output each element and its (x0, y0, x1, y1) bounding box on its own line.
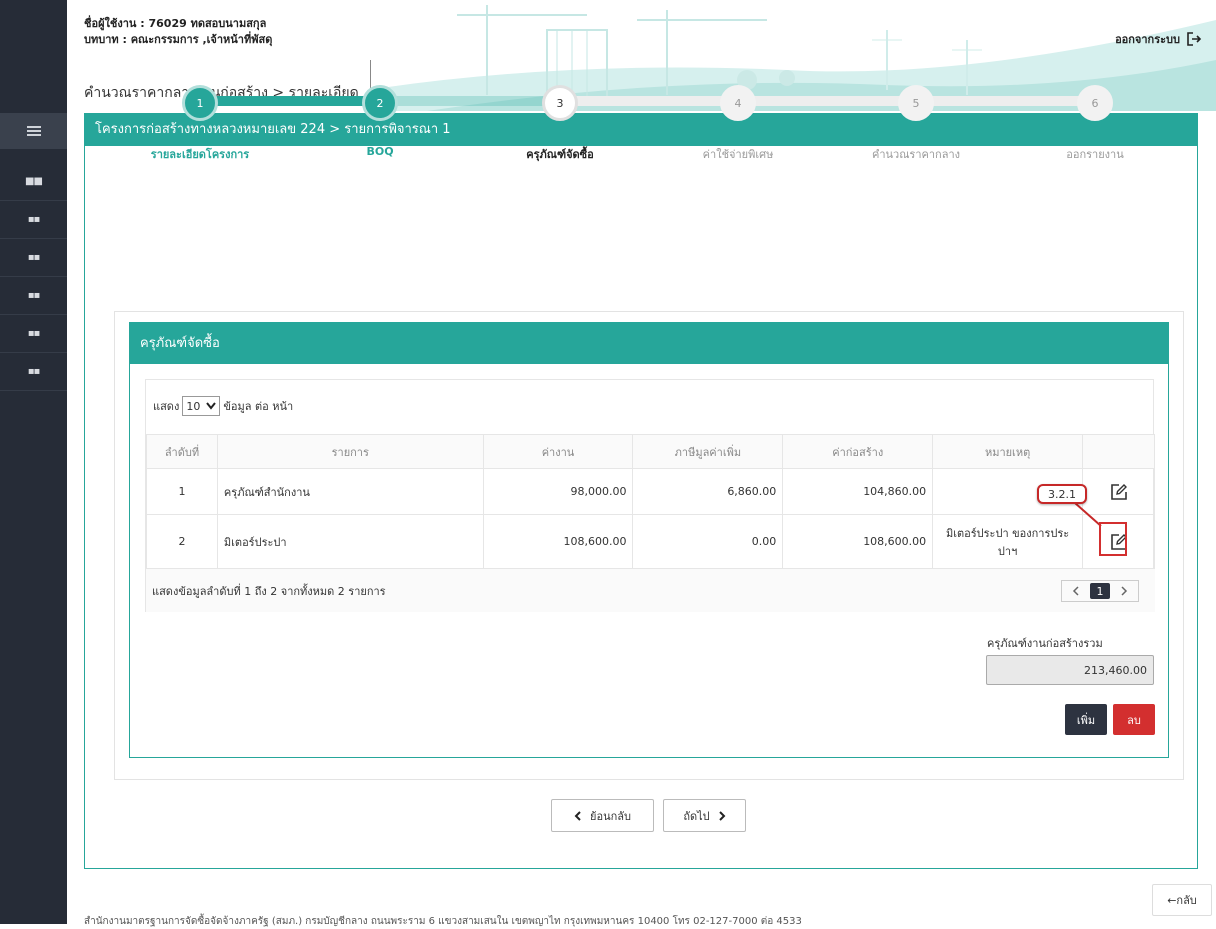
equipment-table: ลำดับที่ รายการ ค่างาน ภาษีมูลค่าเพิ่ม ค… (146, 434, 1155, 569)
sidebar: ■■ ▪▪ ▪▪ ▪▪ ▪▪ ▪▪ (0, 0, 67, 924)
cell-vat: 0.00 (632, 514, 784, 569)
prev-page-button[interactable] (1062, 581, 1090, 601)
table-header-row: ลำดับที่ รายการ ค่างาน ภาษีมูลค่าเพิ่ม ค… (146, 434, 1155, 469)
step-1-label[interactable]: รายละเอียดโครงการ (125, 145, 275, 163)
cell-no: 1 (146, 468, 218, 515)
page-length-value: 10 (186, 399, 201, 413)
step-connector (560, 96, 1095, 106)
sidebar-item-5[interactable]: ▪▪ (0, 315, 67, 353)
step-3-circle[interactable]: 3 (542, 85, 578, 121)
grid-icon: ▪▪ (27, 328, 41, 339)
hamburger-icon (26, 126, 41, 136)
grid-icon: ▪▪ (27, 366, 41, 377)
logout-button[interactable]: ออกจากระบบ (1115, 30, 1202, 48)
floating-back-button[interactable]: ←กลับ (1152, 884, 1212, 916)
logout-icon (1187, 32, 1202, 46)
logout-label: ออกจากระบบ (1115, 33, 1180, 46)
step-2-circle[interactable]: 2 (362, 85, 398, 121)
step-6-circle[interactable]: 6 (1077, 85, 1113, 121)
total-field: 213,460.00 (986, 655, 1154, 685)
cell-total: 108,600.00 (782, 514, 934, 569)
step-connector (380, 96, 560, 106)
next-button-label: ถัดไป (683, 809, 710, 823)
step-1-circle[interactable]: 1 (182, 85, 218, 121)
add-button[interactable]: เพิ่ม (1065, 704, 1107, 735)
cell-cost: 98,000.00 (482, 468, 634, 515)
chevron-right-icon (718, 810, 726, 821)
cell-total: 104,860.00 (782, 468, 934, 515)
footer-address: สำนักงานมาตรฐานการจัดซื้อจัดจ้างภาครัฐ (… (84, 916, 802, 927)
grid-icon: ▪▪ (27, 214, 41, 225)
cell-note: มิเตอร์ประปา ของการประปาฯ (932, 514, 1083, 569)
back-button[interactable]: ย้อนกลับ (551, 799, 654, 832)
table-row: 2 มิเตอร์ประปา 108,600.00 0.00 108,600.0… (146, 514, 1155, 569)
sidebar-item-1[interactable]: ■■ (0, 163, 67, 201)
table-info: แสดงข้อมูลลำดับที่ 1 ถึง 2 จากทั้งหมด 2 … (152, 585, 386, 598)
sidebar-item-3[interactable]: ▪▪ (0, 239, 67, 277)
table-row: 1 ครุภัณฑ์สำนักงาน 98,000.00 6,860.00 10… (146, 468, 1155, 515)
chevron-left-icon (574, 810, 581, 821)
length-suffix: ข้อมูล ต่อ หน้า (223, 400, 294, 413)
header: ชื่อผู้ใช้งาน : 76029 ทดสอบนามสกุล บทบาท… (67, 0, 1216, 111)
chevron-right-icon (1121, 586, 1128, 596)
table-footer: แสดงข้อมูลลำดับที่ 1 ถึง 2 จากทั้งหมด 2 … (146, 568, 1155, 612)
pagination: 1 (1061, 580, 1139, 602)
user-name-line: ชื่อผู้ใช้งาน : 76029 ทดสอบนามสกุล (84, 17, 267, 30)
cell-item: ครุภัณฑ์สำนักงาน (216, 468, 484, 515)
annotation-callout: 3.2.1 (1037, 484, 1087, 504)
length-prefix: แสดง (153, 400, 180, 413)
annotation-highlight-box (1099, 522, 1127, 556)
step-4-circle[interactable]: 4 (720, 85, 756, 121)
edit-icon (1110, 483, 1127, 500)
step-4-label[interactable]: ค่าใช้จ่ายพิเศษ (663, 145, 813, 163)
equipment-card: ครุภัณฑ์จัดซื้อ แสดง 10 ข้อมูล ต่อ หน้า … (129, 322, 1169, 758)
menu-toggle-button[interactable] (0, 113, 67, 149)
edit-button[interactable] (1106, 479, 1132, 505)
step-6-label[interactable]: ออกรายงาน (1020, 145, 1170, 163)
next-button[interactable]: ถัดไป (663, 799, 746, 832)
col-header-no[interactable]: ลำดับที่ (146, 434, 218, 469)
page-length-control: แสดง 10 ข้อมูล ต่อ หน้า (153, 396, 293, 416)
cell-action (1082, 468, 1155, 515)
cell-vat: 6,860.00 (632, 468, 784, 515)
step-2-label[interactable]: BOQ (305, 145, 455, 158)
sidebar-item-4[interactable]: ▪▪ (0, 277, 67, 315)
cell-no: 2 (146, 514, 218, 569)
chevron-left-icon (1072, 586, 1079, 596)
step-connector (200, 96, 380, 106)
cell-cost: 108,600.00 (482, 514, 634, 569)
equipment-table-container: แสดง 10 ข้อมูล ต่อ หน้า ลำดับที่ รายการ … (145, 379, 1155, 612)
col-header-note[interactable]: หมายเหตุ (932, 434, 1083, 469)
chevron-down-icon (206, 402, 217, 410)
cell-item: มิเตอร์ประปา (216, 514, 484, 569)
step-5-circle[interactable]: 5 (898, 85, 934, 121)
page-length-select[interactable]: 10 (182, 396, 221, 416)
grid-icon: ▪▪ (27, 290, 41, 301)
back-button-label: ย้อนกลับ (590, 809, 631, 823)
user-info: ชื่อผู้ใช้งาน : 76029 ทดสอบนามสกุล บทบาท… (84, 16, 272, 48)
next-page-button[interactable] (1110, 581, 1138, 601)
page-button-current[interactable]: 1 (1090, 583, 1110, 599)
user-role-line: บทบาท : คณะกรรมการ ,เจ้าหน้าที่พัสดุ (84, 33, 273, 46)
step-3-label[interactable]: ครุภัณฑ์จัดซื้อ (485, 145, 635, 163)
col-header-action (1082, 434, 1155, 469)
col-header-total[interactable]: ค่าก่อสร้าง (782, 434, 934, 469)
sidebar-item-6[interactable]: ▪▪ (0, 353, 67, 391)
sidebar-item-2[interactable]: ▪▪ (0, 201, 67, 239)
grid-icon: ■■ (25, 176, 43, 187)
col-header-cost[interactable]: ค่างาน (482, 434, 634, 469)
grid-icon: ▪▪ (27, 252, 41, 263)
col-header-vat[interactable]: ภาษีมูลค่าเพิ่ม (632, 434, 784, 469)
total-label: ครุภัณฑ์งานก่อสร้างรวม (987, 637, 1103, 650)
step-5-label[interactable]: คำนวณราคากลาง (841, 145, 991, 163)
col-header-item[interactable]: รายการ (216, 434, 484, 469)
card-title: ครุภัณฑ์จัดซื้อ (130, 323, 1168, 364)
panel-title: โครงการก่อสร้างทางหลวงหมายเลข 224 > รายก… (85, 114, 1197, 146)
delete-button[interactable]: ลบ (1113, 704, 1155, 735)
